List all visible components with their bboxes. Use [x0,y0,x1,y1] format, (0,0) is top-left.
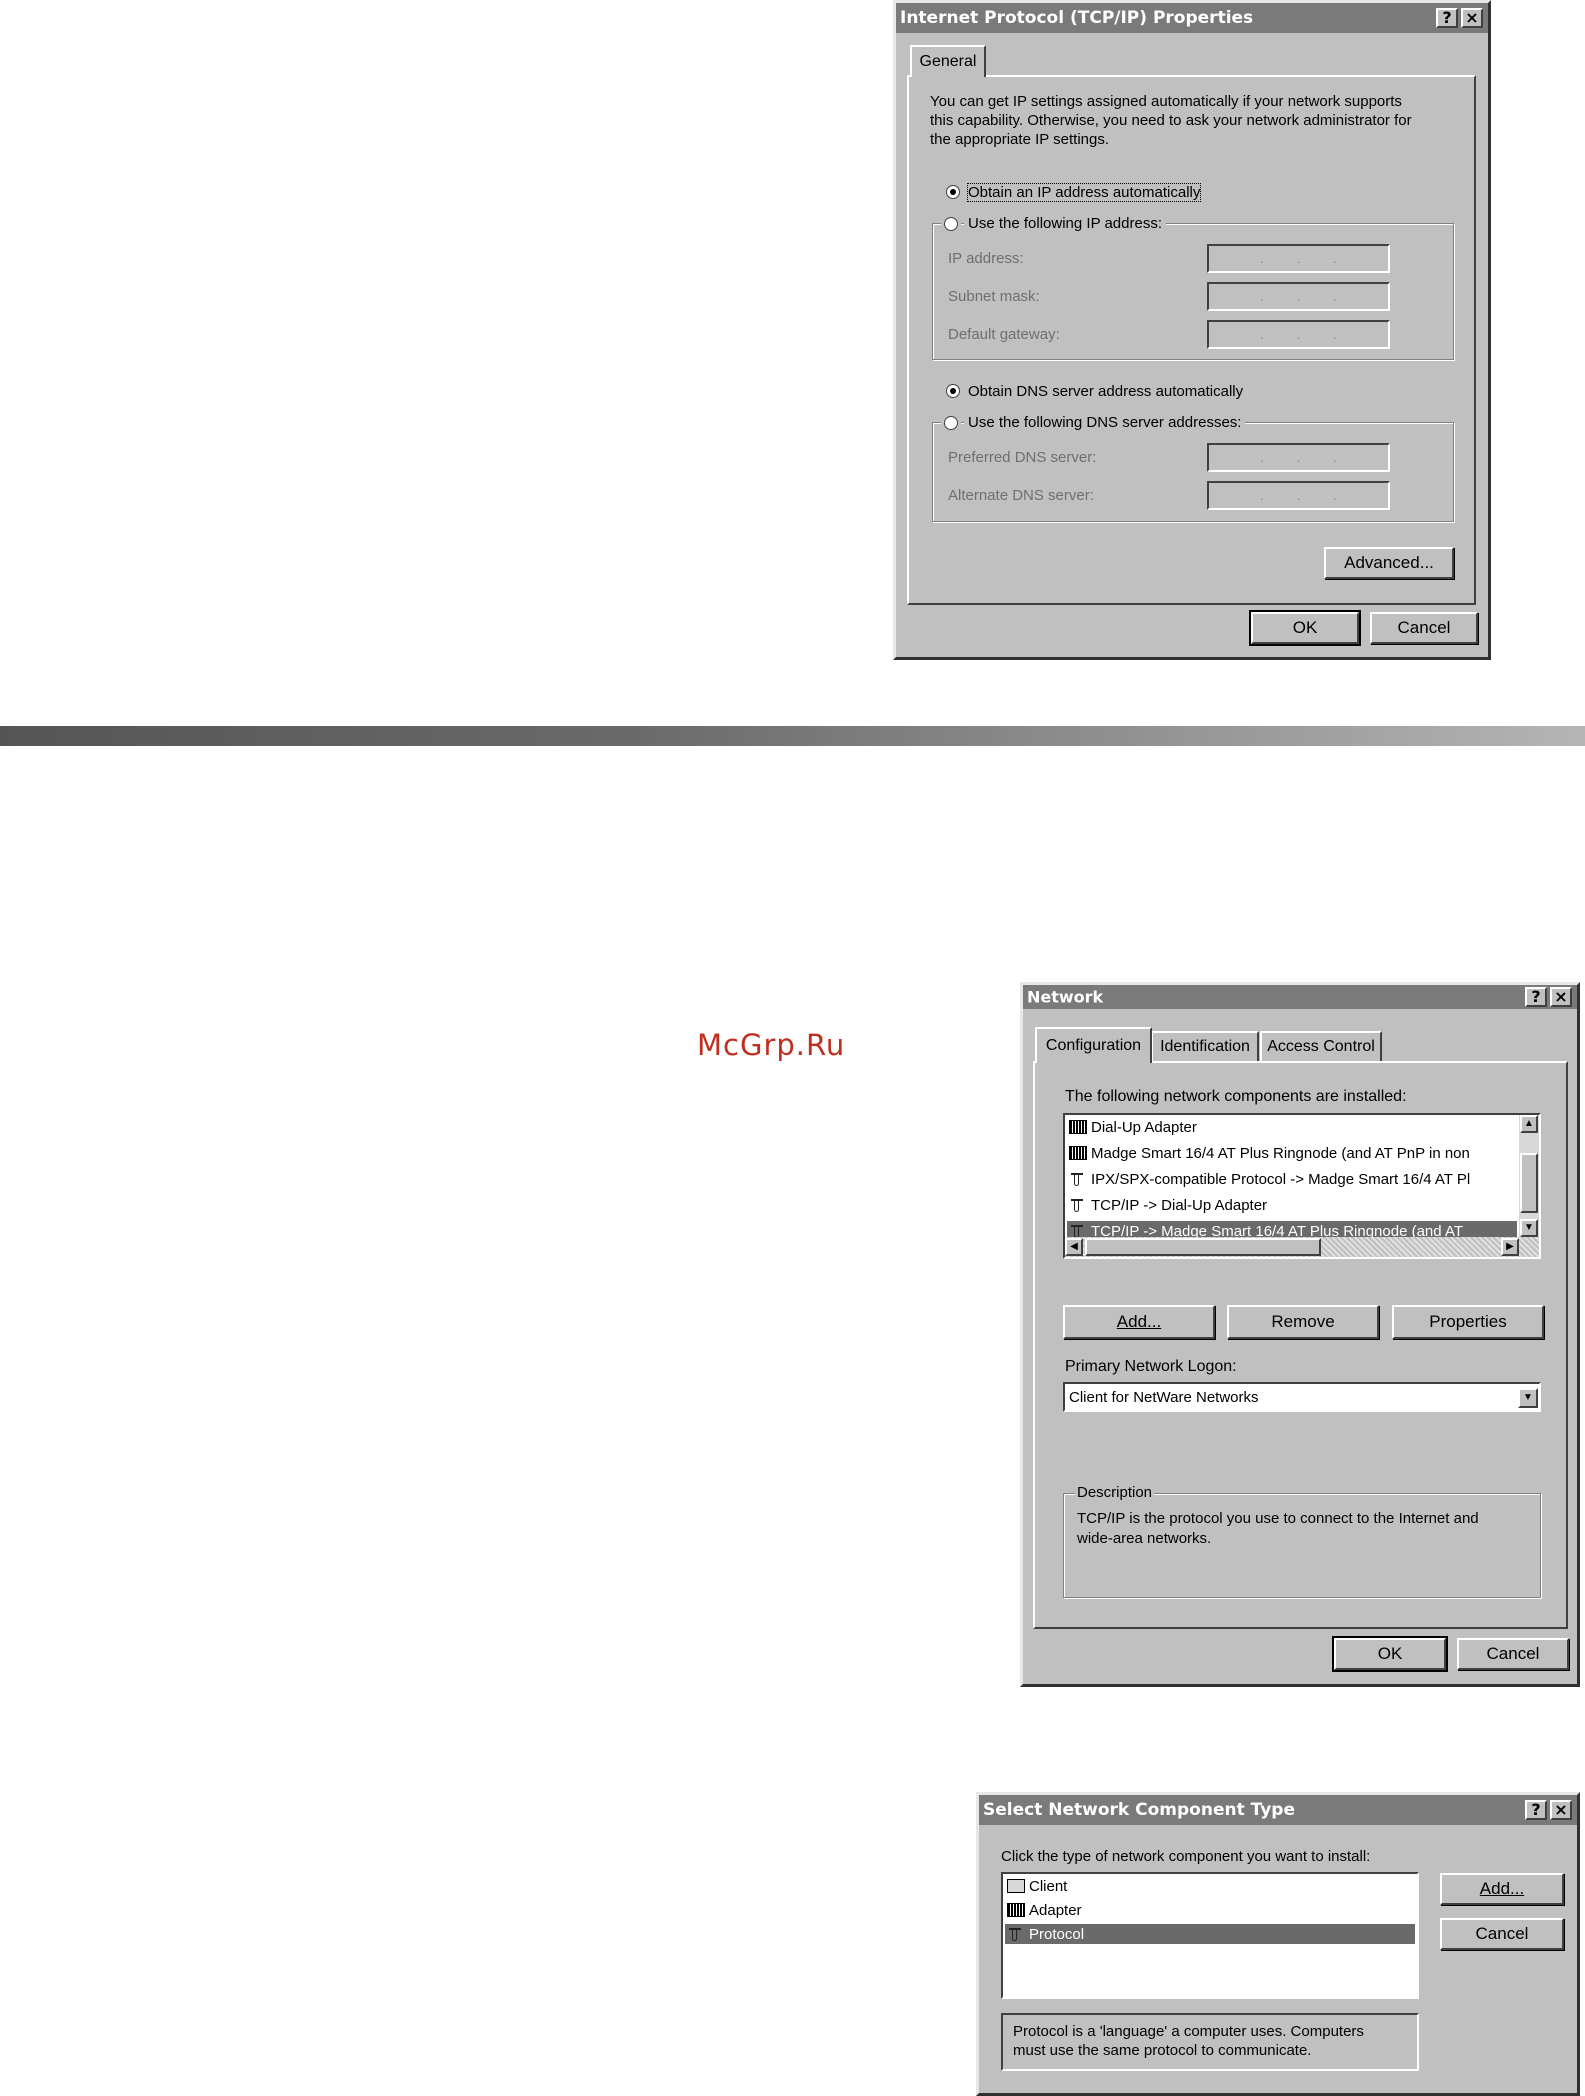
chevron-down-icon[interactable]: ▼ [1518,1388,1538,1408]
list-item[interactable]: Dial-Up Adapter [1067,1117,1517,1137]
components-label: The following network components are ins… [1065,1088,1407,1105]
intro-line-1: You can get IP settings assigned automat… [930,93,1402,110]
adapter-icon [1007,1903,1025,1917]
section-divider [0,726,1585,746]
primary-logon-value: Client for NetWare Networks [1069,1389,1259,1406]
obtain-dns-label[interactable]: Obtain DNS server address automatically [968,383,1243,400]
use-dns-label[interactable]: Use the following DNS server addresses: [964,414,1246,431]
preferred-dns-label: Preferred DNS server: [948,449,1097,466]
cancel-button[interactable]: Cancel [1440,1918,1564,1950]
use-ip-radio[interactable] [944,217,958,231]
tcpip-title-bar[interactable]: Internet Protocol (TCP/IP) Properties ? … [896,3,1488,33]
preferred-dns-field[interactable]: ... [1207,443,1390,472]
list-item[interactable]: Client [1005,1876,1415,1896]
help-button[interactable]: ? [1525,1800,1547,1820]
scroll-left-icon[interactable]: ◀ [1065,1238,1083,1256]
close-button[interactable]: × [1550,1800,1572,1820]
advanced-button[interactable]: Advanced... [1324,547,1454,579]
protocol-icon [1069,1172,1087,1186]
ip-address-field[interactable]: ... [1207,244,1390,273]
close-button[interactable]: × [1461,8,1483,28]
tab-configuration[interactable]: Configuration [1035,1027,1152,1063]
default-gateway-field[interactable]: ... [1207,320,1390,349]
network-title-bar[interactable]: Network ? × [1023,985,1577,1009]
add-button[interactable]: Add... [1440,1873,1564,1905]
ok-button[interactable]: OK [1332,1636,1448,1672]
alternate-dns-label: Alternate DNS server: [948,487,1094,504]
components-list[interactable]: Dial-Up Adapter Madge Smart 16/4 AT Plus… [1063,1113,1541,1259]
list-item[interactable]: IPX/SPX-compatible Protocol -> Madge Sma… [1067,1169,1517,1189]
info-line-2: must use the same protocol to communicat… [1013,2042,1312,2059]
select-prompt: Click the type of network component you … [1001,1848,1371,1865]
adapter-icon [1069,1120,1087,1134]
cancel-button[interactable]: Cancel [1457,1638,1569,1670]
tab-access-control[interactable]: Access Control [1260,1031,1382,1061]
scroll-thumb-horizontal[interactable] [1085,1238,1321,1256]
protocol-icon [1007,1927,1025,1941]
watermark-text: McGrp.Ru [697,1028,846,1062]
intro-line-3: the appropriate IP settings. [930,131,1110,148]
description-title: Description [1075,1484,1155,1501]
subnet-mask-field[interactable]: ... [1207,282,1390,311]
primary-logon-label: Primary Network Logon: [1065,1358,1237,1375]
alternate-dns-field[interactable]: ... [1207,481,1390,510]
remove-button[interactable]: Remove [1227,1305,1379,1339]
use-ip-label[interactable]: Use the following IP address: [964,215,1166,232]
obtain-ip-radio[interactable] [946,185,960,199]
tab-identification[interactable]: Identification [1151,1031,1259,1061]
scroll-right-icon[interactable]: ▶ [1501,1238,1519,1256]
primary-logon-select[interactable]: Client for NetWare Networks ▼ [1063,1382,1541,1412]
info-line-1: Protocol is a 'language' a computer uses… [1013,2023,1364,2040]
add-button[interactable]: Add... [1063,1305,1215,1339]
component-type-list[interactable]: Client Adapter Protocol [1001,1872,1419,1999]
list-item[interactable]: Adapter [1005,1900,1415,1920]
scroll-thumb[interactable] [1520,1153,1538,1213]
select-component-dialog: Select Network Component Type ? × Click … [976,1792,1580,2096]
ip-address-label: IP address: [948,250,1024,267]
tab-general[interactable]: General [910,45,986,77]
network-dialog: Network ? × Configuration Identification… [1020,982,1580,1687]
close-button[interactable]: × [1550,987,1572,1007]
default-gateway-label: Default gateway: [948,326,1060,343]
properties-button[interactable]: Properties [1392,1305,1544,1339]
list-item-selected[interactable]: Protocol [1005,1924,1415,1944]
scroll-up-icon[interactable]: ▲ [1520,1115,1538,1133]
list-item[interactable]: Madge Smart 16/4 AT Plus Ringnode (and A… [1067,1143,1517,1163]
obtain-ip-label[interactable]: Obtain an IP address automatically [966,183,1202,202]
help-button[interactable]: ? [1525,987,1547,1007]
scroll-down-icon[interactable]: ▼ [1520,1219,1538,1237]
vertical-scrollbar[interactable]: ▲ ▼ [1519,1115,1539,1237]
subnet-mask-label: Subnet mask: [948,288,1040,305]
obtain-dns-radio[interactable] [946,384,960,398]
protocol-icon [1069,1198,1087,1212]
network-title: Network [1027,987,1104,1007]
horizontal-scrollbar[interactable]: ◀ ▶ [1065,1237,1539,1257]
use-dns-radio[interactable] [944,416,958,430]
select-title-bar[interactable]: Select Network Component Type ? × [979,1795,1577,1825]
ok-button[interactable]: OK [1249,610,1361,646]
protocol-icon [1069,1224,1087,1238]
component-info-box: Protocol is a 'language' a computer uses… [1001,2013,1419,2071]
description-line-2: wide-area networks. [1077,1530,1212,1547]
tcpip-properties-dialog: Internet Protocol (TCP/IP) Properties ? … [893,0,1491,660]
cancel-button[interactable]: Cancel [1370,612,1478,644]
help-button[interactable]: ? [1436,8,1458,28]
select-title: Select Network Component Type [983,1800,1295,1820]
description-line-1: TCP/IP is the protocol you use to connec… [1077,1510,1479,1527]
adapter-icon [1069,1146,1087,1160]
client-icon [1007,1879,1025,1893]
tcpip-title: Internet Protocol (TCP/IP) Properties [900,8,1254,28]
list-item[interactable]: TCP/IP -> Dial-Up Adapter [1067,1195,1517,1215]
intro-line-2: this capability. Otherwise, you need to … [930,112,1412,129]
